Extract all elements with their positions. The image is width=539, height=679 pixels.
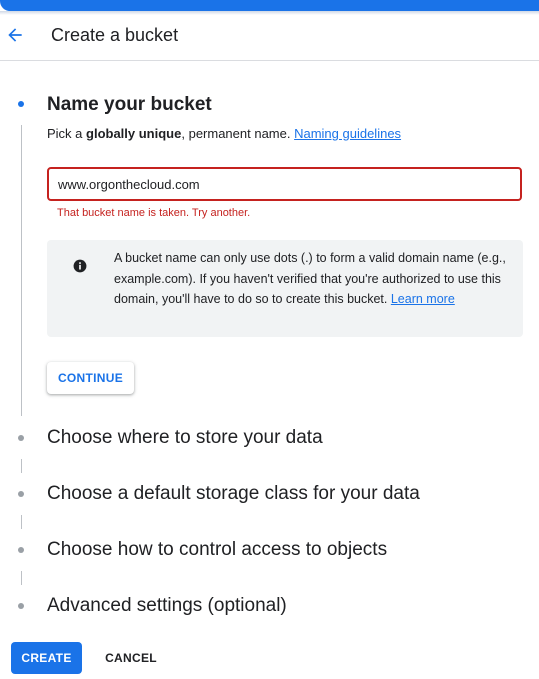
bucket-name-input[interactable]: [47, 167, 522, 201]
subtitle-suffix: , permanent name.: [181, 126, 295, 141]
learn-more-link[interactable]: Learn more: [391, 292, 455, 306]
subtitle-bold: globally unique: [86, 126, 182, 141]
stepper-line: [21, 571, 22, 585]
step-title-access-control[interactable]: Choose how to control access to objects: [47, 539, 387, 561]
step-indicator: [18, 491, 24, 497]
stepper-line: [21, 459, 22, 473]
step-title-advanced-settings[interactable]: Advanced settings (optional): [47, 595, 287, 617]
step-indicator: [18, 603, 24, 609]
step-subtitle: Pick a globally unique, permanent name. …: [47, 126, 401, 141]
step-indicator: [18, 547, 24, 553]
step-title-name-bucket[interactable]: Name your bucket: [47, 94, 212, 116]
stepper-line: [21, 515, 22, 529]
domain-info-box: A bucket name can only use dots (.) to f…: [47, 240, 523, 337]
page-title: Create a bucket: [51, 25, 179, 45]
cancel-button[interactable]: CANCEL: [96, 642, 166, 674]
stepper-line: [21, 125, 22, 416]
naming-guidelines-link[interactable]: Naming guidelines: [294, 126, 401, 141]
step-indicator: [18, 435, 24, 441]
continue-button[interactable]: CONTINUE: [47, 362, 134, 394]
top-app-bar-shadow: [0, 11, 539, 15]
bucket-name-error: That bucket name is taken. Try another.: [57, 207, 251, 219]
step-title-storage-class[interactable]: Choose a default storage class for your …: [47, 483, 420, 505]
step-title-location[interactable]: Choose where to store your data: [47, 427, 323, 449]
info-text: A bucket name can only use dots (.) to f…: [114, 248, 506, 310]
subtitle-prefix: Pick a: [47, 126, 87, 141]
top-app-bar-edge: [0, 0, 539, 16]
step-indicator-active: [18, 101, 24, 107]
top-app-bar: [0, 0, 539, 11]
info-icon: [73, 259, 87, 273]
page-header: Create a bucket: [0, 16, 539, 61]
create-button[interactable]: CREATE: [11, 642, 82, 674]
arrow-back-icon[interactable]: [5, 25, 25, 45]
